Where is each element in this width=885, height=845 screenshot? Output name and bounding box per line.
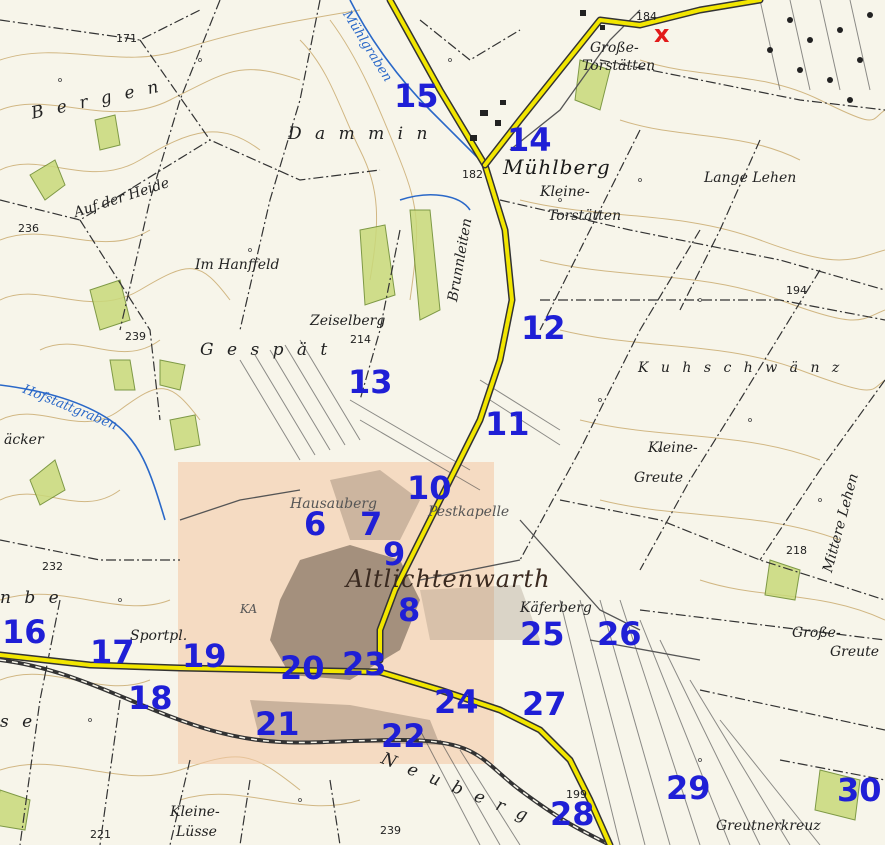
place-label-grosse-torstaetten: Große- (590, 40, 639, 56)
place-label-sportpl: Sportpl. (130, 628, 188, 644)
waypoint-24[interactable]: 24 (434, 686, 479, 718)
waypoint-28[interactable]: 28 (550, 798, 595, 830)
waypoint-10[interactable]: 10 (407, 472, 452, 504)
elevation-label: 171 (116, 32, 137, 45)
place-label-grosse-torstaetten-2: Torstätten (582, 58, 656, 74)
waypoint-14[interactable]: 14 (507, 124, 552, 156)
place-label-zeiselberg: Zeiselberg (310, 313, 386, 329)
place-label-dammin: D a m m i n (288, 124, 432, 144)
place-label-nbe: n b e (0, 588, 63, 608)
waypoint-21[interactable]: 21 (255, 708, 300, 740)
waypoint-18[interactable]: 18 (128, 682, 173, 714)
place-label-grosse-greute-2: Greute (830, 644, 880, 660)
waypoint-19[interactable]: 19 (182, 640, 227, 672)
place-label-ka: KA (240, 602, 258, 616)
waypoint-9[interactable]: 9 (383, 538, 405, 570)
place-label-kleine-torstaetten: Kleine- (540, 184, 590, 200)
waypoint-12[interactable]: 12 (521, 312, 566, 344)
waypoint-8[interactable]: 8 (398, 594, 420, 626)
place-label-im-hanffeld: Im Hanffeld (195, 257, 280, 273)
place-label-kleine-luesse: Kleine- (170, 804, 220, 820)
place-label-gespaet: G e s p ä t (200, 340, 332, 360)
elevation-label: 239 (125, 330, 146, 343)
waypoint-29[interactable]: 29 (666, 772, 711, 804)
waypoint-26[interactable]: 26 (597, 618, 642, 650)
waypoint-15[interactable]: 15 (394, 80, 439, 112)
waypoint-13[interactable]: 13 (348, 366, 393, 398)
place-label-kuhschwaenz: K u h s c h w ä n z (638, 360, 844, 376)
waypoint-23[interactable]: 23 (342, 648, 387, 680)
place-label-kleine-luesse-2: Lüsse (176, 824, 217, 840)
elevation-label: 221 (90, 828, 111, 841)
place-label-aecker: äcker (4, 432, 44, 448)
topographic-map[interactable]: B e r g e n D a m m i n Mühlberg Große- … (0, 0, 885, 845)
waypoint-7[interactable]: 7 (360, 508, 382, 540)
elevation-label: 218 (786, 544, 807, 557)
place-label-se: s e (0, 712, 37, 732)
waypoint-22[interactable]: 22 (381, 720, 426, 752)
waypoint-20[interactable]: 20 (280, 652, 325, 684)
waypoint-11[interactable]: 11 (485, 408, 530, 440)
waypoint-30[interactable]: 30 (837, 774, 882, 806)
waypoint-27[interactable]: 27 (522, 688, 567, 720)
waypoint-16[interactable]: 16 (2, 616, 47, 648)
place-label-kellerberg: Käferberg (520, 600, 592, 616)
waypoint-6[interactable]: 6 (304, 508, 326, 540)
place-label-altlichtenwarth: Altlichtenwarth (346, 565, 551, 593)
place-label-kleine-torstaetten-2: Torstätten (548, 208, 622, 224)
elevation-label: 232 (42, 560, 63, 573)
place-label-kleine-greute-2: Greute (634, 470, 684, 486)
waypoint-17[interactable]: 17 (90, 636, 135, 668)
place-label-greutnerkreuz: Greutnerkreuz (716, 818, 821, 834)
place-label-lange-lehen: Lange Lehen (704, 170, 797, 186)
elevation-label: 194 (786, 284, 807, 297)
elevation-label: 182 (462, 168, 483, 181)
place-label-kleine-greute: Kleine- (648, 440, 698, 456)
elevation-label: 214 (350, 333, 371, 346)
elevation-label: 236 (18, 222, 39, 235)
place-label-grosse-greute: Große- (792, 625, 841, 641)
elevation-label: 239 (380, 824, 401, 837)
waypoint-25[interactable]: 25 (520, 618, 565, 650)
start-marker-x[interactable]: x (654, 22, 669, 46)
